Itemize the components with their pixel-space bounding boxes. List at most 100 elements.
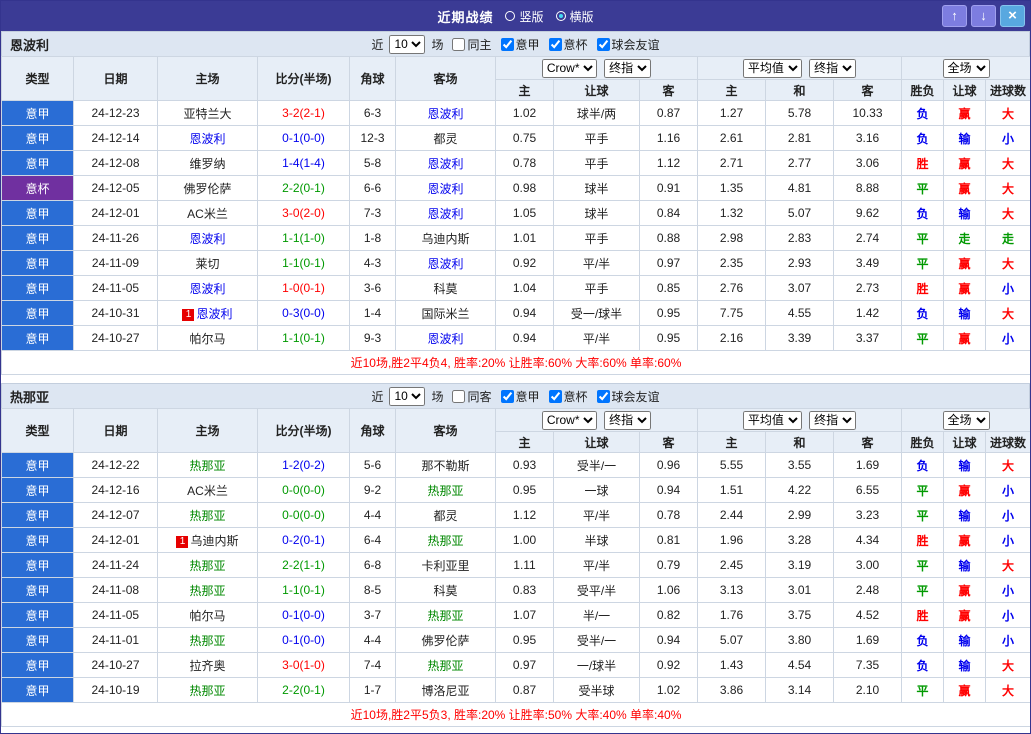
result-cell: 胜 (901, 275, 945, 301)
handicap-home-odds-cell: 0.75 (495, 125, 554, 151)
score-cell: 2-2(0-1) (257, 175, 350, 201)
goals-result-cell: 小 (985, 527, 1030, 553)
handicap-stage-select[interactable]: 终指 (604, 58, 652, 78)
avg-select[interactable]: 平均值 (742, 410, 802, 430)
score-cell: 0-0(0-0) (257, 502, 350, 528)
home-team-cell[interactable]: 亚特兰大 (157, 100, 258, 126)
section-header: 恩波利 近 10 场 同主 意甲 意杯 球会友谊 (1, 31, 1030, 56)
vertical-mode-radio[interactable]: 竖版 (505, 8, 544, 25)
away-team-cell[interactable]: 佛罗伦萨 (395, 627, 496, 653)
handicap-result-cell: 赢 (943, 275, 987, 301)
away-team-cell[interactable]: 热那亚 (395, 652, 496, 678)
league-cell: 意甲 (1, 225, 74, 251)
away-team-cell[interactable]: 那不勒斯 (395, 452, 496, 478)
away-team-cell[interactable]: 都灵 (395, 125, 496, 151)
home-team-cell[interactable]: AC米兰 (157, 200, 258, 226)
avg-stage-select[interactable]: 终指 (809, 410, 857, 430)
friendly-checkbox[interactable] (596, 389, 610, 403)
avg-away-odds-cell: 2.10 (832, 677, 903, 703)
close-button[interactable]: × (1000, 5, 1025, 27)
handicap-away-odds-cell: 0.82 (639, 602, 698, 628)
away-team-cell[interactable]: 都灵 (395, 502, 496, 528)
bookmaker-select[interactable]: Crow* (541, 58, 597, 78)
move-down-button[interactable]: ↓ (971, 5, 996, 27)
home-team-cell[interactable]: 恩波利 (157, 275, 258, 301)
score-cell: 1-0(0-1) (257, 275, 350, 301)
friendly-checkbox[interactable] (596, 37, 610, 51)
fulltime-select[interactable]: 全场 (942, 58, 990, 78)
avg-select[interactable]: 平均值 (742, 58, 802, 78)
away-team-cell[interactable]: 恩波利 (395, 325, 496, 351)
handicap-stage-select[interactable]: 终指 (604, 410, 652, 430)
avg-draw-odds-cell: 3.75 (765, 602, 834, 628)
home-team-cell[interactable]: 帕尔马 (157, 602, 258, 628)
league-filter-coppa[interactable]: 意杯 (543, 36, 588, 53)
home-team-cell[interactable]: 热那亚 (157, 452, 258, 478)
horizontal-mode-radio[interactable]: 横版 (555, 8, 594, 25)
match-row: 意甲 24-12-14 恩波利 0-1(0-0) 12-3 都灵 0.75 平手 1.16 2.6… (1, 125, 1030, 151)
coppa-checkbox[interactable] (548, 37, 562, 51)
sub-home-header: 主 (495, 431, 554, 453)
home-team-cell[interactable]: 莱切 (157, 250, 258, 276)
away-team-cell[interactable]: 热那亚 (395, 527, 496, 553)
away-team-cell[interactable]: 乌迪内斯 (395, 225, 496, 251)
home-team-cell[interactable]: AC米兰 (157, 477, 258, 503)
result-cell: 胜 (901, 602, 945, 628)
bookmaker-select[interactable]: Crow* (541, 410, 597, 430)
same-venue-checkbox[interactable] (452, 389, 466, 403)
home-team-cell[interactable]: 热那亚 (157, 677, 258, 703)
result-cell: 胜 (901, 150, 945, 176)
handicap-home-odds-cell: 1.04 (495, 275, 554, 301)
home-team-cell[interactable]: 帕尔马 (157, 325, 258, 351)
sub-home-header: 主 (495, 79, 554, 101)
away-team-cell[interactable]: 恩波利 (395, 100, 496, 126)
away-team-cell[interactable]: 恩波利 (395, 175, 496, 201)
avg-draw-odds-cell: 2.99 (765, 502, 834, 528)
home-team-cell[interactable]: 热那亚 (157, 552, 258, 578)
home-team-cell[interactable]: 拉齐奥 (157, 652, 258, 678)
date-cell: 24-11-08 (73, 577, 158, 603)
home-team-cell[interactable]: 热那亚 (157, 502, 258, 528)
coppa-checkbox[interactable] (548, 389, 562, 403)
match-count-select[interactable]: 10 (389, 386, 426, 406)
away-team-cell[interactable]: 恩波利 (395, 200, 496, 226)
league-filter-friendly[interactable]: 球会友谊 (591, 36, 660, 53)
col-type-header: 类型 (1, 56, 74, 101)
league-filter-serie-a[interactable]: 意甲 (495, 36, 540, 53)
home-team-cell[interactable]: 热那亚 (157, 627, 258, 653)
away-team-cell[interactable]: 科莫 (395, 577, 496, 603)
away-team-cell[interactable]: 热那亚 (395, 602, 496, 628)
away-team-cell[interactable]: 恩波利 (395, 150, 496, 176)
same-venue-filter[interactable]: 同客 (446, 388, 492, 405)
league-filter-serie-a[interactable]: 意甲 (495, 388, 540, 405)
serie-a-checkbox[interactable] (500, 389, 514, 403)
summary-row: 近10场,胜2平4负4, 胜率:20% 让胜率:60% 大率:60% 单率:60… (1, 350, 1030, 375)
move-up-button[interactable]: ↑ (942, 5, 967, 27)
home-team-cell[interactable]: 1 乌迪内斯 (157, 527, 258, 553)
fulltime-select[interactable]: 全场 (942, 410, 990, 430)
serie-a-checkbox[interactable] (500, 37, 514, 51)
away-team-cell[interactable]: 国际米兰 (395, 300, 496, 326)
sub-goals-header: 进球数 (985, 431, 1030, 453)
away-team-cell[interactable]: 热那亚 (395, 477, 496, 503)
league-filter-coppa[interactable]: 意杯 (543, 388, 588, 405)
avg-home-odds-cell: 1.51 (697, 477, 766, 503)
away-team-cell[interactable]: 科莫 (395, 275, 496, 301)
away-team-cell[interactable]: 卡利亚里 (395, 552, 496, 578)
match-count-select[interactable]: 10 (389, 34, 426, 54)
home-team-cell[interactable]: 维罗纳 (157, 150, 258, 176)
home-team-cell[interactable]: 热那亚 (157, 577, 258, 603)
same-venue-checkbox[interactable] (452, 37, 466, 51)
home-team-cell[interactable]: 1 恩波利 (157, 300, 258, 326)
corner-cell: 1-7 (349, 677, 396, 703)
league-cell: 意甲 (1, 477, 74, 503)
home-team-cell[interactable]: 佛罗伦萨 (157, 175, 258, 201)
home-team-cell[interactable]: 恩波利 (157, 125, 258, 151)
away-team-cell[interactable]: 恩波利 (395, 250, 496, 276)
away-team-cell[interactable]: 博洛尼亚 (395, 677, 496, 703)
league-filter-friendly[interactable]: 球会友谊 (591, 388, 660, 405)
home-team-cell[interactable]: 恩波利 (157, 225, 258, 251)
avg-stage-select[interactable]: 终指 (809, 58, 857, 78)
handicap-result-cell: 赢 (943, 250, 987, 276)
same-venue-filter[interactable]: 同主 (446, 36, 492, 53)
